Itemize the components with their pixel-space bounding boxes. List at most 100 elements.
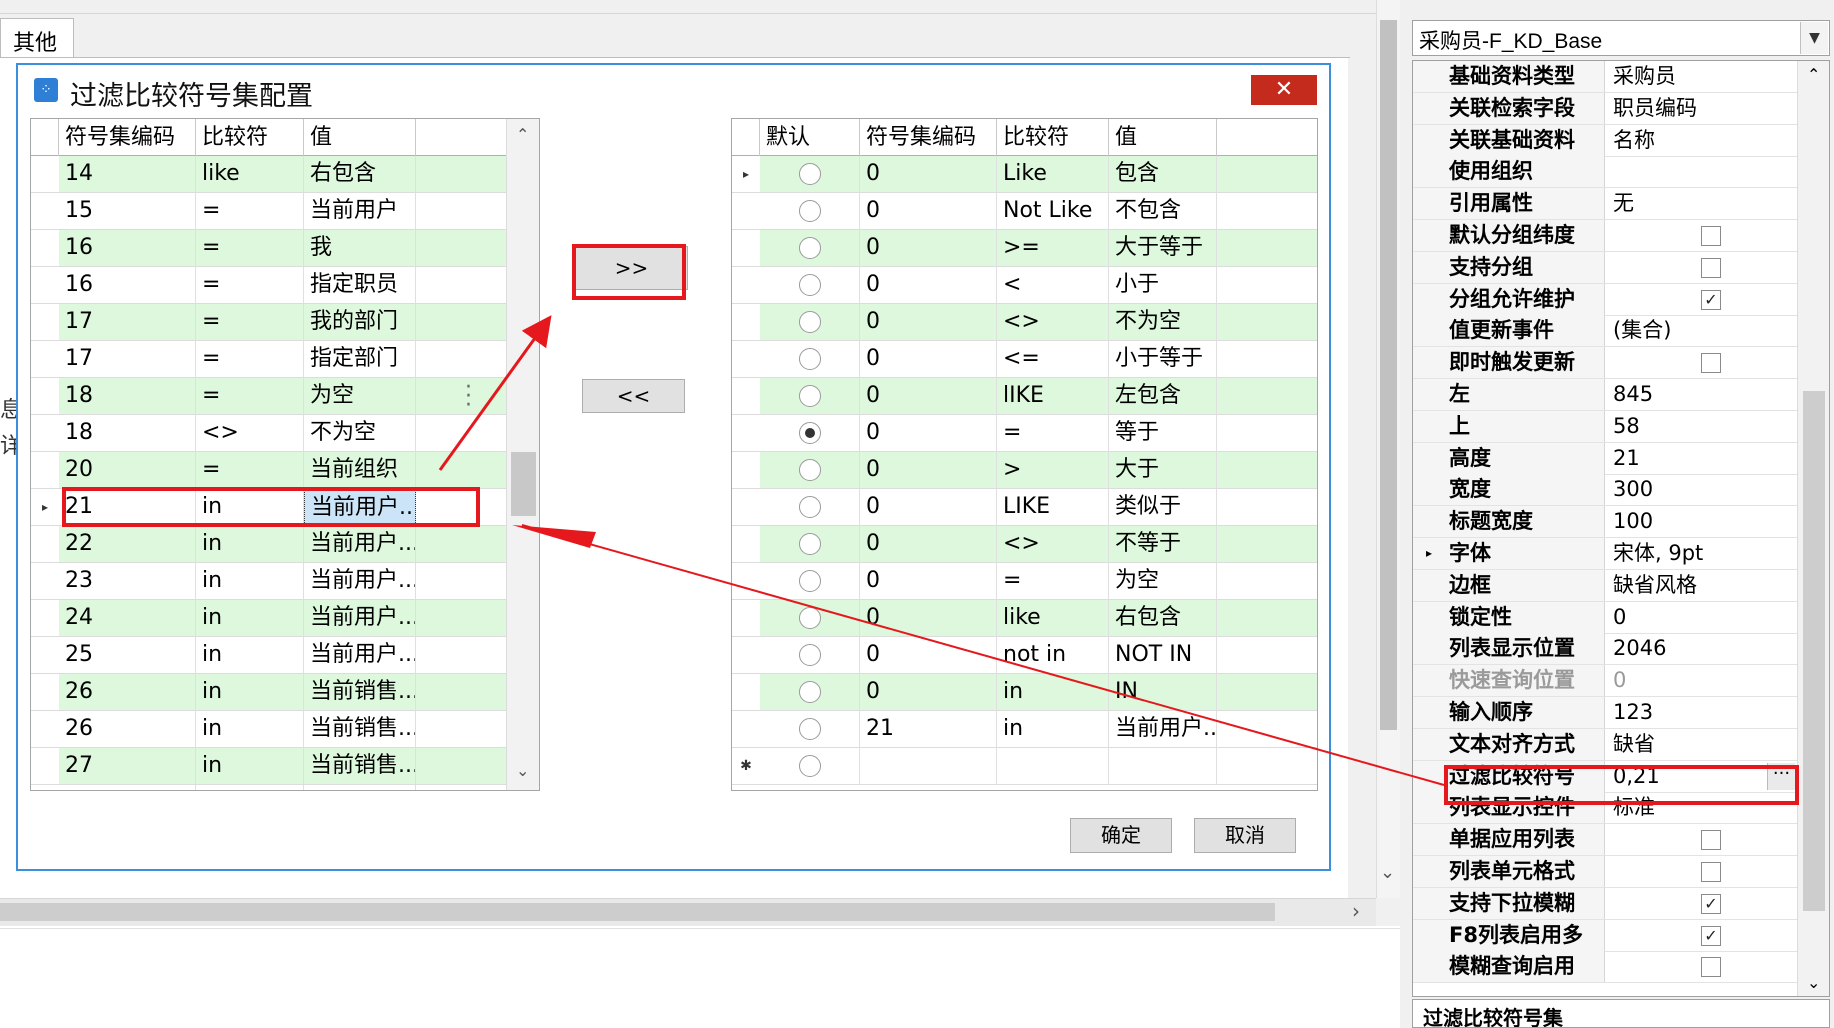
cell-default[interactable] bbox=[760, 748, 860, 784]
property-value[interactable]: 名称 bbox=[1609, 125, 1797, 156]
property-checkbox[interactable] bbox=[1701, 257, 1721, 278]
cell-default[interactable] bbox=[760, 267, 860, 303]
property-checkbox[interactable] bbox=[1701, 830, 1721, 851]
property-value[interactable]: 缺省 bbox=[1609, 729, 1797, 760]
cancel-button[interactable]: 取消 bbox=[1194, 818, 1296, 853]
property-checkbox[interactable]: ✓ bbox=[1701, 925, 1721, 946]
object-selector[interactable]: 采购员-F_KD_Base bbox=[1412, 20, 1830, 56]
property-value[interactable]: 300 bbox=[1609, 474, 1797, 505]
property-row[interactable]: F8列表启用多 ✓ bbox=[1413, 919, 1797, 952]
column-header-value[interactable]: 值 bbox=[304, 119, 416, 156]
table-row[interactable]: 0 >= 大于等于 bbox=[732, 230, 1317, 267]
property-row[interactable]: 关联基础资料 名称 bbox=[1413, 124, 1797, 157]
chevron-up-icon[interactable]: ⌃ bbox=[1807, 65, 1820, 84]
table-row[interactable]: 27in当前销售... bbox=[31, 748, 506, 785]
column-header-operator[interactable]: 比较符 bbox=[196, 119, 304, 156]
close-button[interactable]: ✕ bbox=[1251, 75, 1317, 105]
default-radio[interactable] bbox=[799, 311, 821, 333]
property-value[interactable]: 缺省风格 bbox=[1609, 570, 1797, 601]
table-row[interactable]: 16 = 指定职员 bbox=[31, 267, 506, 304]
cell-default[interactable] bbox=[760, 526, 860, 562]
property-row[interactable]: 锁定性 0 bbox=[1413, 601, 1797, 634]
cell-default[interactable] bbox=[760, 230, 860, 266]
property-row[interactable]: 上 58 bbox=[1413, 410, 1797, 443]
chevron-down-icon[interactable]: ⌄ bbox=[516, 761, 529, 780]
table-row[interactable]: 0 <> 不等于 bbox=[732, 526, 1317, 563]
cell-default[interactable] bbox=[760, 156, 860, 192]
tab-other[interactable]: 其他 bbox=[0, 18, 74, 58]
property-row[interactable]: 即时触发更新 bbox=[1413, 347, 1797, 380]
property-value[interactable]: 无 bbox=[1609, 188, 1797, 219]
property-value[interactable]: 58 bbox=[1609, 411, 1797, 442]
property-row[interactable]: 使用组织 bbox=[1413, 156, 1797, 189]
default-radio[interactable] bbox=[799, 422, 821, 444]
default-radio[interactable] bbox=[799, 681, 821, 703]
chevron-right-icon[interactable]: › bbox=[1352, 899, 1360, 923]
column-header-code[interactable]: 符号集编码 bbox=[59, 119, 196, 156]
property-row[interactable]: 基础资料类型 采购员 bbox=[1413, 61, 1797, 93]
chevron-up-icon[interactable]: ⌃ bbox=[516, 125, 529, 144]
canvas-horizontal-scrollbar[interactable]: › bbox=[0, 898, 1376, 926]
table-row[interactable]: 14 like 右包含 bbox=[31, 156, 506, 193]
scroll-thumb[interactable] bbox=[1803, 391, 1825, 911]
property-row[interactable]: 标题宽度 100 bbox=[1413, 506, 1797, 539]
property-value[interactable]: 职员编码 bbox=[1609, 93, 1797, 124]
column-header-value[interactable]: 值 bbox=[1109, 119, 1217, 156]
default-radio[interactable] bbox=[799, 533, 821, 555]
property-checkbox[interactable] bbox=[1701, 353, 1721, 374]
table-row[interactable]: 0 = 为空 bbox=[732, 563, 1317, 600]
cell-default[interactable] bbox=[760, 193, 860, 229]
column-header-code[interactable]: 符号集编码 bbox=[860, 119, 997, 156]
table-row[interactable]: 0 lIKE 左包含 bbox=[732, 378, 1317, 415]
default-radio[interactable] bbox=[799, 644, 821, 666]
cell-default[interactable] bbox=[760, 304, 860, 340]
table-row[interactable]: 26 in 当前销售... bbox=[31, 674, 506, 711]
table-row[interactable]: 17 = 指定部门 bbox=[31, 341, 506, 378]
table-row[interactable]: 0 like 右包含 bbox=[732, 600, 1317, 637]
remove-operator-button[interactable]: << bbox=[582, 379, 685, 413]
table-row[interactable]: 22 in 当前用户... bbox=[31, 526, 506, 563]
cell-value[interactable] bbox=[1109, 748, 1217, 784]
property-row[interactable]: 文本对齐方式 缺省 bbox=[1413, 728, 1797, 761]
property-value[interactable]: 宋体, 9pt bbox=[1609, 538, 1797, 569]
default-radio[interactable] bbox=[799, 163, 821, 185]
table-row[interactable]: 24 in 当前用户... bbox=[31, 600, 506, 637]
default-radio[interactable] bbox=[799, 200, 821, 222]
table-row[interactable]: 20 = 当前组织 bbox=[31, 452, 506, 489]
property-value[interactable] bbox=[1609, 156, 1797, 187]
default-radio[interactable] bbox=[799, 718, 821, 740]
property-row[interactable]: 列表单元格式 bbox=[1413, 856, 1797, 888]
property-checkbox[interactable] bbox=[1701, 957, 1721, 978]
scroll-thumb[interactable] bbox=[511, 452, 536, 516]
property-row[interactable]: 支持分组 bbox=[1413, 251, 1797, 284]
property-row[interactable]: 支持下拉模糊 ✓ bbox=[1413, 887, 1797, 920]
table-row[interactable]: 0 <> 不为空 bbox=[732, 304, 1317, 341]
property-row[interactable]: ▸ 字体 宋体, 9pt bbox=[1413, 538, 1797, 570]
chevron-down-icon[interactable]: ⌄ bbox=[1807, 973, 1820, 992]
table-row[interactable]: 17 = 我的部门 bbox=[31, 304, 506, 341]
cell-default[interactable] bbox=[760, 489, 860, 525]
table-row[interactable]: 0 <= 小于等于 bbox=[732, 341, 1317, 378]
cell-default[interactable] bbox=[760, 600, 860, 636]
property-row[interactable]: 边框 缺省风格 bbox=[1413, 569, 1797, 602]
default-radio[interactable] bbox=[799, 385, 821, 407]
property-row[interactable]: 值更新事件 (集合) bbox=[1413, 315, 1797, 348]
table-row[interactable]: 0 = 等于 bbox=[732, 415, 1317, 452]
property-value[interactable]: 0 bbox=[1609, 665, 1797, 696]
property-row[interactable]: 列表显示位置 2046 bbox=[1413, 633, 1797, 666]
scroll-thumb[interactable] bbox=[0, 903, 1275, 921]
property-row[interactable]: 宽度 300 bbox=[1413, 474, 1797, 507]
table-row[interactable]: 23 in 当前用户... bbox=[31, 563, 506, 600]
cell-default[interactable] bbox=[760, 341, 860, 377]
default-radio[interactable] bbox=[799, 496, 821, 518]
property-row[interactable]: 输入顺序 123 bbox=[1413, 697, 1797, 729]
table-row[interactable]: 16 = 我 bbox=[31, 230, 506, 267]
table-row[interactable]: 0 Not Like 不包含 bbox=[732, 193, 1317, 230]
splitter-grip[interactable]: ··· bbox=[465, 377, 472, 417]
property-checkbox[interactable] bbox=[1701, 862, 1721, 882]
table-row[interactable]: 0 in IN bbox=[732, 674, 1317, 711]
chevron-down-icon[interactable]: ▼ bbox=[1800, 22, 1828, 54]
property-row[interactable]: 快速查询位置 0 bbox=[1413, 665, 1797, 698]
property-checkbox[interactable] bbox=[1701, 226, 1721, 246]
property-value[interactable]: 100 bbox=[1609, 506, 1797, 537]
